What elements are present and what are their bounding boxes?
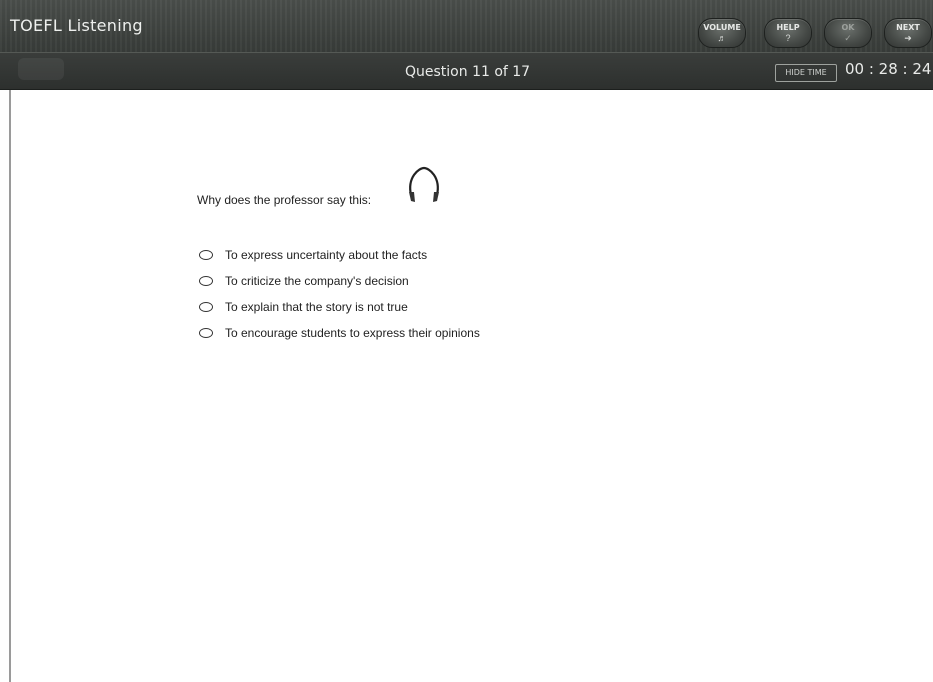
speaker-icon: ♬ [717, 33, 727, 43]
question-prompt: Why does the professor say this: [197, 193, 372, 207]
radio-button[interactable] [199, 276, 213, 286]
answer-option-label: To encourage students to express their o… [225, 326, 480, 340]
timer: 00 : 28 : 24 [845, 60, 932, 78]
ok-button[interactable]: OK ✓ [824, 18, 872, 48]
answer-option[interactable]: To express uncertainty about the facts [199, 242, 480, 268]
answer-option[interactable]: To criticize the company's decision [199, 268, 480, 294]
app-title: TOEFL Listening [10, 16, 143, 35]
radio-button[interactable] [199, 302, 213, 312]
question-counter: Question 11 of 17 [405, 64, 531, 80]
answer-option-label: To explain that the story is not true [225, 300, 408, 314]
arrow-right-icon: ➜ [904, 33, 912, 43]
ok-button-label: OK [841, 23, 855, 32]
question-panel [9, 90, 933, 682]
checkmark-icon: ✓ [844, 33, 852, 43]
radio-button[interactable] [199, 328, 213, 338]
answer-options: To express uncertainty about the facts T… [199, 242, 480, 346]
hide-time-button[interactable]: HIDE TIME [775, 64, 837, 82]
answer-option[interactable]: To explain that the story is not true [199, 294, 480, 320]
next-button[interactable]: NEXT ➜ [884, 18, 932, 48]
question-mark-icon: ? [785, 33, 791, 43]
radio-button[interactable] [199, 250, 213, 260]
logo-watermark [18, 58, 64, 80]
help-button[interactable]: HELP ? [764, 18, 812, 48]
volume-button[interactable]: VOLUME ♬ [698, 18, 746, 48]
answer-option[interactable]: To encourage students to express their o… [199, 320, 480, 346]
answer-option-label: To criticize the company's decision [225, 274, 409, 288]
help-button-label: HELP [776, 23, 800, 32]
answer-option-label: To express uncertainty about the facts [225, 248, 428, 262]
headphones-icon[interactable] [405, 165, 443, 205]
volume-button-label: VOLUME [703, 23, 741, 32]
next-button-label: NEXT [896, 23, 920, 32]
title-bar: TOEFL Listening VOLUME ♬ HELP ? OK ✓ NEX… [0, 0, 933, 90]
